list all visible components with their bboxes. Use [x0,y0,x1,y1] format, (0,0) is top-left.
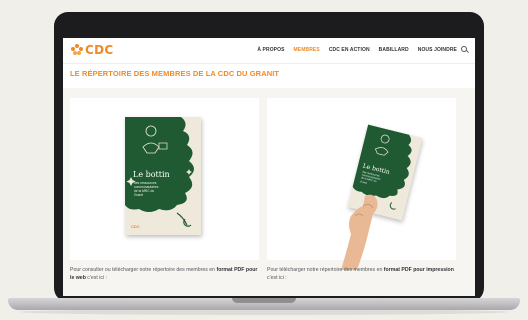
nav-item-cdc-en-action[interactable]: CDC EN ACTION [329,47,370,53]
caption-web: Pour consulter ou télécharger notre répe… [70,267,258,281]
nav-item-a-propos[interactable]: À PROPOS [257,47,284,53]
laptop-screen: CDC À PROPOS MEMBRES CDC EN ACTION BABIL… [63,38,475,296]
caption-print-format[interactable]: format PDF pour [384,267,425,273]
brochure-card-print: Le bottin des ressources communautaires … [267,98,456,270]
site-logo[interactable]: CDC [71,43,113,57]
brochure-subtitle: des ressources communautaires de la MRC … [134,181,159,197]
logo-people-icon [71,44,83,56]
caption-print: Pour télécharger notre répertoire des me… [267,267,454,281]
brochure-image-web[interactable]: Le bottin des ressources communautaires … [125,117,201,235]
page-title: LE RÉPERTOIRE DES MEMBRES DE LA CDC DU G… [70,69,280,78]
logo-text: CDC [85,43,114,57]
brochure-footer-logo: CDC [131,224,140,229]
caption-print-impression[interactable]: impression [426,267,454,273]
main-nav: À PROPOS MEMBRES CDC EN ACTION BABILLARD… [257,47,457,53]
laptop-notch [232,298,296,303]
brochure-title: Le bottin [133,170,170,179]
nav-item-nous-joindre[interactable]: NOUS JOINDRE [418,47,457,53]
hand-illustration [341,194,378,270]
brochure-card-web: Le bottin des ressources communautaires … [70,98,259,260]
nav-item-membres[interactable]: MEMBRES [294,47,320,53]
nav-item-babillard[interactable]: BABILLARD [379,47,409,53]
search-icon[interactable] [461,46,467,52]
site-header: CDC À PROPOS MEMBRES CDC EN ACTION BABIL… [63,38,475,64]
